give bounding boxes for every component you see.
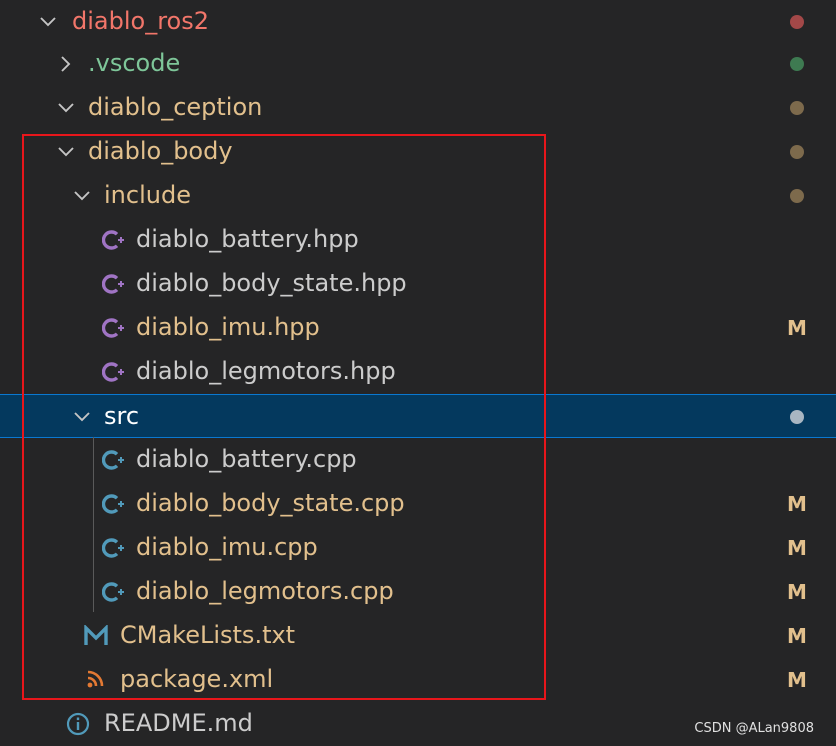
chevron-down-icon[interactable]	[38, 12, 58, 32]
git-status-dot	[790, 189, 804, 203]
git-modified-badge: M	[787, 492, 807, 516]
git-status-dot	[790, 15, 804, 29]
git-modified-badge: M	[787, 668, 807, 692]
tree-folder-row[interactable]: .vscode	[0, 42, 836, 86]
tree-folder-row[interactable]: diablo_ros2	[0, 0, 836, 44]
git-modified-badge: M	[787, 536, 807, 560]
tree-item-label: .vscode	[88, 49, 181, 77]
watermark: CSDN @ALan9808	[694, 721, 814, 736]
git-modified-badge: M	[787, 316, 807, 340]
tree-folder-row[interactable]: diablo_ception	[0, 86, 836, 130]
tree-item-label: diablo_ception	[88, 93, 263, 121]
git-modified-badge: M	[787, 580, 807, 604]
chevron-down-icon[interactable]	[56, 98, 76, 118]
tree-item-label: README.md	[104, 709, 253, 737]
git-modified-badge: M	[787, 624, 807, 648]
tree-item-label: diablo_ros2	[72, 7, 209, 35]
info-icon	[66, 712, 90, 736]
git-status-dot	[790, 145, 804, 159]
chevron-right-icon[interactable]	[56, 54, 76, 74]
git-status-dot	[790, 101, 804, 115]
git-status-dot	[790, 410, 804, 424]
git-status-dot	[790, 57, 804, 71]
highlight-box	[22, 134, 546, 700]
